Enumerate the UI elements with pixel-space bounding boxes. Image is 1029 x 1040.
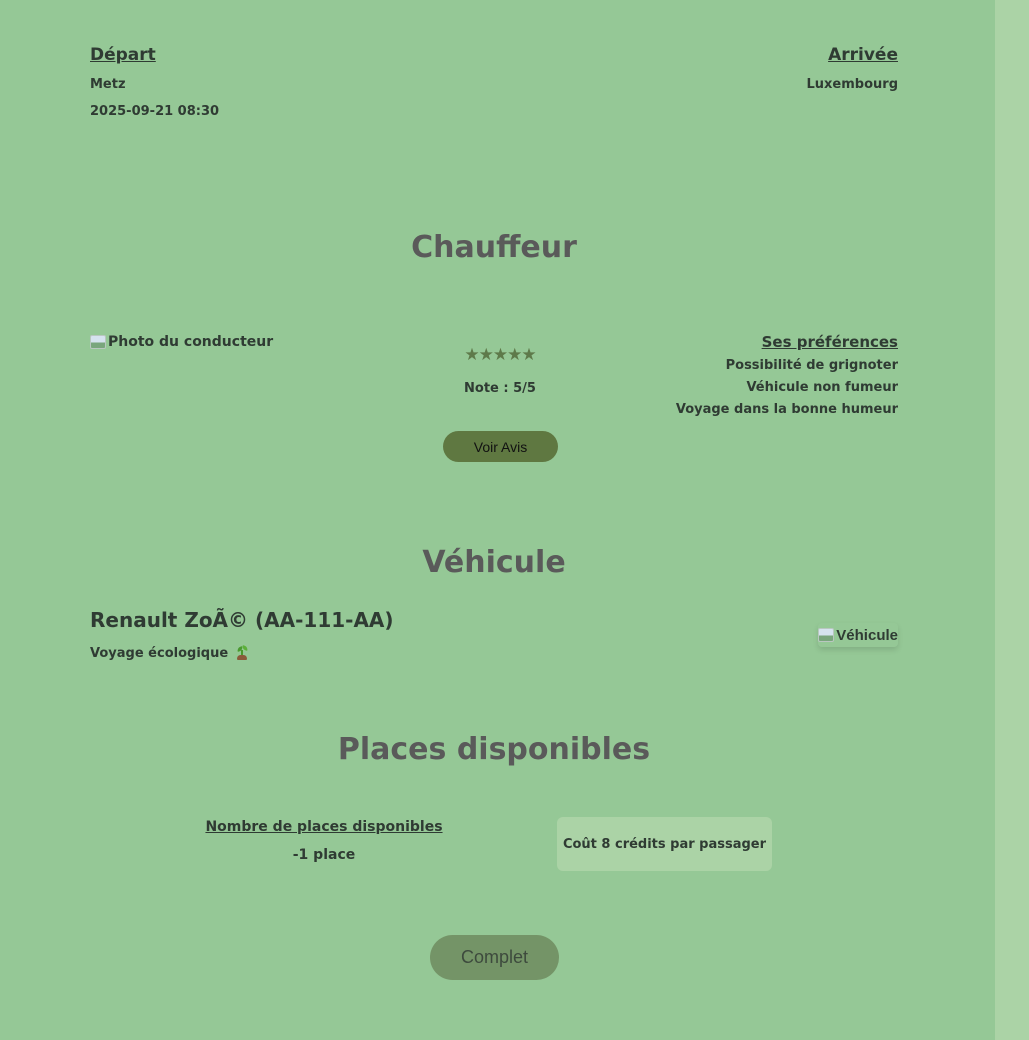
available-places-value: -1 place (292, 847, 356, 863)
view-reviews-button[interactable]: Voir Avis (443, 431, 558, 462)
seedling-icon (234, 645, 250, 661)
preference-item: Voyage dans la bonne humeur (675, 402, 898, 417)
preference-item: Possibilité de grignoter (725, 358, 898, 373)
driver-rating: ★★★★★ Note : 5/5 (400, 345, 600, 396)
page: Départ Metz 2025-09-21 08:30 Arrivée Lux… (0, 0, 1029, 1040)
available-places: Nombre de places disponibles -1 place (190, 819, 458, 863)
vehicle-model: Renault ZoÃ© (AA-111-AA) (90, 608, 394, 632)
arrival-city: Luxembourg (806, 77, 899, 92)
arrival-block: Arrivée Luxembourg (807, 45, 899, 92)
eco-trip-badge: Voyage écologique (90, 645, 250, 661)
departure-heading: Départ (90, 45, 156, 65)
available-places-label: Nombre de places disponibles (205, 819, 443, 835)
complet-button[interactable]: Complet (430, 935, 559, 980)
vehicle-image: Véhicule (818, 623, 898, 647)
driver-preferences: Ses préférences Possibilité de grignoter… (676, 333, 898, 417)
places-section-title: Places disponibles (337, 732, 651, 767)
right-scroll-strip (995, 0, 1029, 1040)
cost-per-passenger: Coût 8 crédits par passager (557, 817, 772, 871)
arrival-heading: Arrivée (828, 45, 898, 65)
departure-city: Metz (90, 77, 126, 92)
trip-summary: Départ Metz 2025-09-21 08:30 Arrivée Lux… (90, 0, 898, 160)
broken-image-icon (90, 335, 106, 349)
rating-note: Note : 5/5 (464, 381, 536, 396)
vehicle-section-title: Véhicule (422, 545, 566, 580)
driver-photo-alt: Photo du conducteur (108, 334, 274, 350)
trip-detail-content: Départ Metz 2025-09-21 08:30 Arrivée Lux… (90, 0, 898, 1040)
broken-image-icon (818, 628, 835, 642)
eco-trip-label: Voyage écologique (90, 645, 229, 661)
rating-stars-icon: ★★★★★ (464, 345, 536, 365)
departure-block: Départ Metz 2025-09-21 08:30 (90, 45, 219, 119)
driver-section-title: Chauffeur (411, 230, 577, 265)
departure-datetime: 2025-09-21 08:30 (90, 104, 220, 119)
preference-item: Véhicule non fumeur (746, 380, 898, 395)
vehicle-image-alt: Véhicule (836, 626, 898, 644)
driver-photo: Photo du conducteur (90, 334, 273, 350)
preferences-heading: Ses préférences (761, 333, 898, 351)
